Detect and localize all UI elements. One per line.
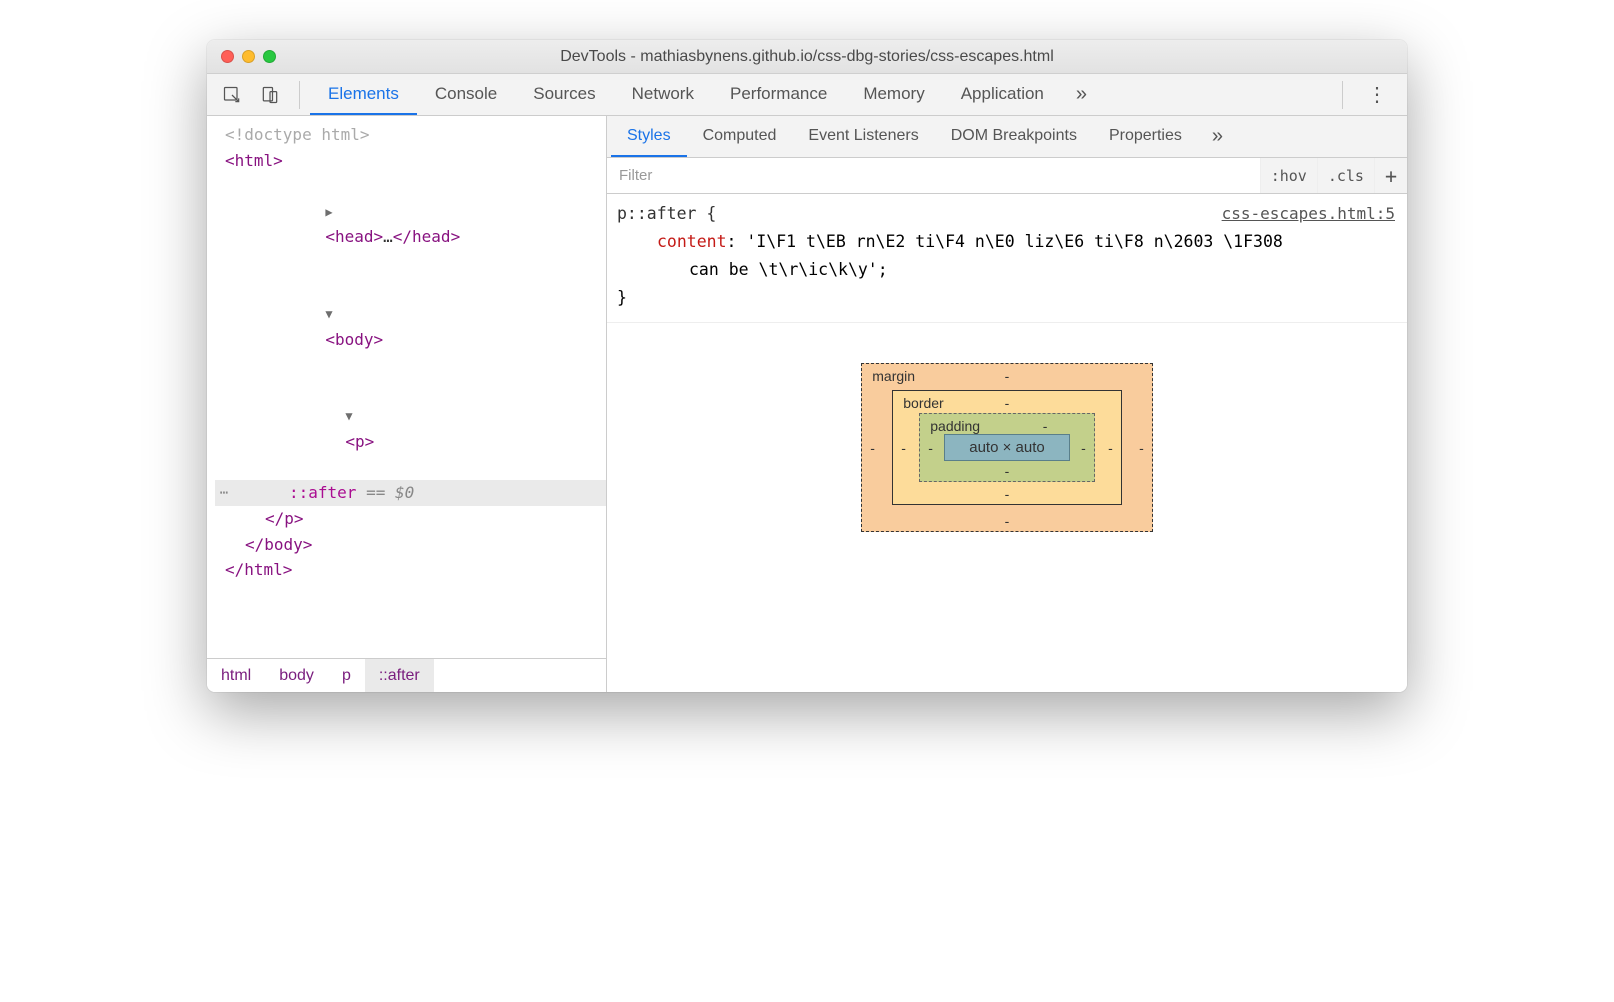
bm-margin-left: - xyxy=(870,440,875,456)
expand-icon[interactable]: ▶ xyxy=(325,203,337,222)
cls-toggle-button[interactable]: .cls xyxy=(1317,158,1374,193)
bm-padding-bottom: - xyxy=(1005,463,1010,479)
sub-tabs-overflow-icon[interactable]: » xyxy=(1198,125,1237,148)
bm-padding-label: padding xyxy=(930,418,980,434)
bm-margin-top: - xyxy=(1005,368,1010,384)
styles-panel: Styles Computed Event Listeners DOM Brea… xyxy=(607,116,1407,692)
sub-tab-dom-breakpoints[interactable]: DOM Breakpoints xyxy=(935,116,1093,157)
tab-network[interactable]: Network xyxy=(614,74,712,115)
styles-sub-tabs: Styles Computed Event Listeners DOM Brea… xyxy=(607,116,1407,158)
prop-value-line2[interactable]: can be \t\r\ic\k\y'; xyxy=(617,256,1395,284)
bm-border-bottom: - xyxy=(1005,486,1010,502)
gutter-menu-icon[interactable]: ⋯ xyxy=(215,482,233,504)
sub-tab-computed[interactable]: Computed xyxy=(687,116,793,157)
devtools-window: DevTools - mathiasbynens.github.io/css-d… xyxy=(207,40,1407,692)
bm-border-left: - xyxy=(901,440,906,456)
dom-p-close[interactable]: </p> xyxy=(215,509,304,528)
divider xyxy=(299,81,300,109)
prop-name-content[interactable]: content xyxy=(657,232,727,251)
tab-performance[interactable]: Performance xyxy=(712,74,845,115)
zoom-icon[interactable] xyxy=(263,50,276,63)
divider xyxy=(1342,81,1343,109)
sub-tab-styles[interactable]: Styles xyxy=(611,116,687,157)
crumb-after[interactable]: ::after xyxy=(365,659,434,692)
bm-border-top: - xyxy=(1005,395,1010,411)
main-tabs: Elements Console Sources Network Perform… xyxy=(207,74,1407,116)
dom-selected-row[interactable]: ⋯ ::after == $0 xyxy=(215,480,606,506)
rule-close-brace: } xyxy=(617,288,627,307)
minimize-icon[interactable] xyxy=(242,50,255,63)
tab-sources[interactable]: Sources xyxy=(515,74,613,115)
dom-head-close[interactable]: </head> xyxy=(393,227,460,246)
bm-padding[interactable]: padding - - - - auto × auto xyxy=(919,413,1094,482)
bm-margin-right: - xyxy=(1139,440,1144,456)
traffic-lights xyxy=(207,50,276,63)
crumb-body[interactable]: body xyxy=(265,659,328,692)
new-rule-button[interactable]: + xyxy=(1374,158,1407,193)
bm-border-right: - xyxy=(1108,440,1113,456)
settings-area: ⋮ xyxy=(1332,81,1401,109)
dom-body-open[interactable]: <body> xyxy=(325,330,383,349)
source-link[interactable]: css-escapes.html:5 xyxy=(1222,200,1395,227)
hov-toggle-button[interactable]: :hov xyxy=(1260,158,1317,193)
sub-tab-properties[interactable]: Properties xyxy=(1093,116,1198,157)
window-title: DevTools - mathiasbynens.github.io/css-d… xyxy=(207,48,1407,66)
bm-margin[interactable]: margin - - - - border - - - - padding xyxy=(861,363,1152,532)
content: <!doctype html> <html> ▶ <head>…</head> … xyxy=(207,116,1407,692)
dom-panel: <!doctype html> <html> ▶ <head>…</head> … xyxy=(207,116,607,692)
tab-application[interactable]: Application xyxy=(943,74,1062,115)
collapse-icon[interactable]: ▼ xyxy=(325,305,337,324)
filter-input[interactable] xyxy=(607,167,1260,184)
bm-border-label: border xyxy=(903,395,943,411)
filter-row: :hov .cls + xyxy=(607,158,1407,194)
dom-p-open[interactable]: <p> xyxy=(345,432,374,451)
kebab-menu-icon[interactable]: ⋮ xyxy=(1353,82,1401,107)
inspect-icon[interactable] xyxy=(217,80,247,110)
style-rule[interactable]: css-escapes.html:5 p::after { content: '… xyxy=(607,194,1407,323)
sub-tab-event-listeners[interactable]: Event Listeners xyxy=(792,116,934,157)
tab-elements[interactable]: Elements xyxy=(310,74,417,115)
bm-content[interactable]: auto × auto xyxy=(944,434,1069,461)
titlebar: DevTools - mathiasbynens.github.io/css-d… xyxy=(207,40,1407,74)
bm-padding-left: - xyxy=(928,440,933,456)
bm-border[interactable]: border - - - - padding - - - - au xyxy=(892,390,1121,505)
tab-memory[interactable]: Memory xyxy=(845,74,942,115)
dom-head-open[interactable]: <head> xyxy=(325,227,383,246)
bm-padding-right: - xyxy=(1081,440,1086,456)
dom-doctype[interactable]: <!doctype html> xyxy=(215,125,370,144)
dom-tree[interactable]: <!doctype html> <html> ▶ <head>…</head> … xyxy=(207,116,606,658)
rule-selector[interactable]: p::after { xyxy=(617,204,716,223)
prop-value-line1[interactable]: 'I\F1 t\EB rn\E2 ti\F4 n\E0 liz\E6 ti\F8… xyxy=(746,232,1282,251)
close-icon[interactable] xyxy=(221,50,234,63)
bm-margin-label: margin xyxy=(872,368,915,384)
collapse-icon[interactable]: ▼ xyxy=(345,407,357,426)
tab-console[interactable]: Console xyxy=(417,74,515,115)
dom-html-open[interactable]: <html> xyxy=(215,151,283,170)
bm-padding-top: - xyxy=(1043,418,1048,434)
dom-after-pseudo: ::after xyxy=(289,483,356,502)
dom-dollar-zero: == $0 xyxy=(356,483,414,502)
crumb-html[interactable]: html xyxy=(207,659,265,692)
tabs-overflow-icon[interactable]: » xyxy=(1062,83,1101,106)
box-model-area: margin - - - - border - - - - padding xyxy=(607,323,1407,692)
dom-head-ellipsis[interactable]: … xyxy=(383,227,393,246)
breadcrumb: html body p ::after xyxy=(207,658,606,692)
dom-html-close[interactable]: </html> xyxy=(215,560,292,579)
device-toggle-icon[interactable] xyxy=(255,80,285,110)
box-model[interactable]: margin - - - - border - - - - padding xyxy=(861,363,1152,532)
bm-margin-bottom: - xyxy=(1005,513,1010,529)
crumb-p[interactable]: p xyxy=(328,659,365,692)
dom-body-close[interactable]: </body> xyxy=(215,535,312,554)
